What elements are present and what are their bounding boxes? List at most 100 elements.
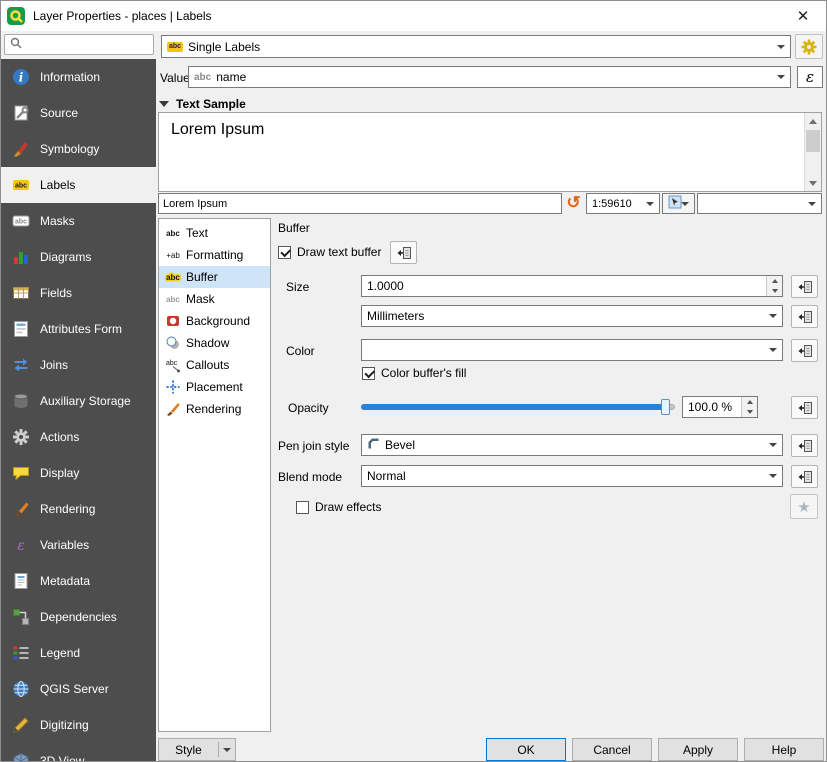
buffer-size-spinbox[interactable]: 1.0000 xyxy=(361,275,783,297)
spin-down-button[interactable] xyxy=(767,286,782,296)
cancel-button[interactable]: Cancel xyxy=(572,738,652,761)
buffer-color-picker[interactable] xyxy=(361,339,783,361)
value-label: Value xyxy=(160,71,190,85)
callouts-icon: abc xyxy=(164,357,181,373)
draw-text-buffer-checkbox[interactable] xyxy=(278,246,291,259)
color-buffers-fill-checkbox[interactable] xyxy=(362,367,375,380)
map-cursor-icon xyxy=(668,195,682,212)
tab-background[interactable]: Background xyxy=(159,310,270,332)
chevron-down-icon xyxy=(769,474,777,482)
sidebar-item-labels[interactable]: abc Labels xyxy=(1,167,156,203)
data-defined-override-button-size[interactable] xyxy=(791,275,818,298)
tab-label: Mask xyxy=(186,292,215,306)
ok-button[interactable]: OK xyxy=(486,738,566,761)
draw-effects-checkbox[interactable] xyxy=(296,501,309,514)
data-defined-override-button-unit[interactable] xyxy=(791,305,818,328)
opacity-spinbox[interactable]: 100.0 % xyxy=(682,396,758,418)
sidebar-search[interactable] xyxy=(4,34,154,55)
bevel-icon xyxy=(367,437,380,453)
sidebar-item-display[interactable]: Display xyxy=(1,455,156,491)
joins-icon xyxy=(11,355,31,375)
tab-buffer[interactable]: abcabc Buffer xyxy=(159,266,270,288)
spin-down-button[interactable] xyxy=(742,407,757,417)
tab-callouts[interactable]: abc Callouts xyxy=(159,354,270,376)
tab-text[interactable]: abc Text xyxy=(159,222,270,244)
close-button[interactable]: ✕ xyxy=(786,1,820,31)
sidebar-item-actions[interactable]: Actions xyxy=(1,419,156,455)
sidebar-item-metadata[interactable]: Metadata xyxy=(1,563,156,599)
blend-mode-value: Normal xyxy=(367,469,406,483)
tab-formatting[interactable]: +ab Formatting xyxy=(159,244,270,266)
data-defined-override-button-blend[interactable] xyxy=(791,465,818,488)
sidebar-item-3d-view[interactable]: 3D View xyxy=(1,743,156,761)
size-unit-combo[interactable]: Millimeters xyxy=(361,305,783,327)
data-defined-override-button-color[interactable] xyxy=(791,339,818,362)
sidebar-item-fields[interactable]: Fields xyxy=(1,275,156,311)
data-defined-override-button-pen-join[interactable] xyxy=(791,434,818,457)
blend-mode-combo[interactable]: Normal xyxy=(361,465,783,487)
sidebar-item-masks[interactable]: abc Masks xyxy=(1,203,156,239)
sidebar-item-joins[interactable]: Joins xyxy=(1,347,156,383)
help-button[interactable]: Help xyxy=(744,738,824,761)
slider-fill xyxy=(361,404,662,410)
sidebar-item-variables[interactable]: ε Variables xyxy=(1,527,156,563)
sidebar-item-information[interactable]: i Information xyxy=(1,59,156,95)
chevron-down-icon xyxy=(681,202,689,210)
sidebar-item-dependencies[interactable]: Dependencies xyxy=(1,599,156,635)
color-buffers-fill-label: Color buffer's fill xyxy=(381,366,466,380)
chevron-down-icon xyxy=(646,202,654,210)
preview-scale-combo[interactable]: 1:59610 xyxy=(586,193,660,214)
opacity-slider[interactable] xyxy=(361,397,675,417)
tab-label: Rendering xyxy=(186,402,241,416)
scrollbar-thumb[interactable] xyxy=(806,130,820,152)
sidebar-item-attributes-form[interactable]: Attributes Form xyxy=(1,311,156,347)
value-field-combo[interactable]: abc name xyxy=(188,66,791,88)
sidebar-item-rendering[interactable]: Rendering xyxy=(1,491,156,527)
sidebar-item-symbology[interactable]: Symbology xyxy=(1,131,156,167)
style-menu-button[interactable]: Style xyxy=(158,738,236,761)
sample-text-input[interactable] xyxy=(158,193,562,214)
spin-up-button[interactable] xyxy=(767,276,782,286)
sidebar-item-digitizing[interactable]: Digitizing xyxy=(1,707,156,743)
text-sample-section-header[interactable]: Text Sample xyxy=(159,96,246,112)
data-defined-override-button-draw-buffer[interactable] xyxy=(390,241,417,264)
shadow-icon xyxy=(164,335,181,351)
automated-placement-settings-button[interactable] xyxy=(795,34,823,59)
tab-placement[interactable]: Placement xyxy=(159,376,270,398)
sidebar-item-qgis-server[interactable]: QGIS Server xyxy=(1,671,156,707)
tab-label: Background xyxy=(186,314,250,328)
map-settings-button[interactable] xyxy=(662,193,695,214)
sidebar-item-source[interactable]: Source xyxy=(1,95,156,131)
tab-rendering[interactable]: Rendering xyxy=(159,398,270,420)
expression-builder-button[interactable]: ε xyxy=(797,66,823,88)
draw-text-buffer-checkbox-row[interactable]: Draw text buffer xyxy=(278,245,381,259)
color-buffers-fill-checkbox-row[interactable]: Color buffer's fill xyxy=(362,366,466,380)
scroll-up-button[interactable] xyxy=(805,113,821,129)
effects-settings-button[interactable]: ★ xyxy=(790,494,818,519)
sample-scrollbar[interactable] xyxy=(804,113,821,191)
sidebar-item-auxiliary-storage[interactable]: Auxiliary Storage xyxy=(1,383,156,419)
tab-shadow[interactable]: Shadow xyxy=(159,332,270,354)
buffer-icon: abcabc xyxy=(164,269,181,285)
gear-icon xyxy=(800,38,818,56)
preview-background-combo[interactable] xyxy=(697,193,822,214)
search-input[interactable] xyxy=(26,39,136,51)
label-type-combo[interactable]: abc Single Labels xyxy=(161,35,791,58)
scroll-down-button[interactable] xyxy=(805,175,821,191)
sidebar-item-legend[interactable]: Legend xyxy=(1,635,156,671)
sidebar: i Information Source Symbology abc Label… xyxy=(1,59,156,761)
sidebar-item-diagrams[interactable]: Diagrams xyxy=(1,239,156,275)
data-defined-override-button-opacity[interactable] xyxy=(791,396,818,419)
pen-join-style-combo[interactable]: Bevel xyxy=(361,434,783,456)
dependencies-icon xyxy=(11,607,31,627)
slider-handle[interactable] xyxy=(661,399,670,415)
collapse-triangle-icon xyxy=(159,101,169,112)
reset-sample-button[interactable]: ↺ xyxy=(563,192,584,214)
sidebar-item-label: Variables xyxy=(40,538,89,552)
apply-button[interactable]: Apply xyxy=(658,738,738,761)
tab-mask[interactable]: abc Mask xyxy=(159,288,270,310)
draw-effects-checkbox-row[interactable]: Draw effects xyxy=(296,500,381,514)
fields-icon xyxy=(11,283,31,303)
single-labels-icon: abc xyxy=(167,42,183,52)
spin-up-button[interactable] xyxy=(742,397,757,407)
